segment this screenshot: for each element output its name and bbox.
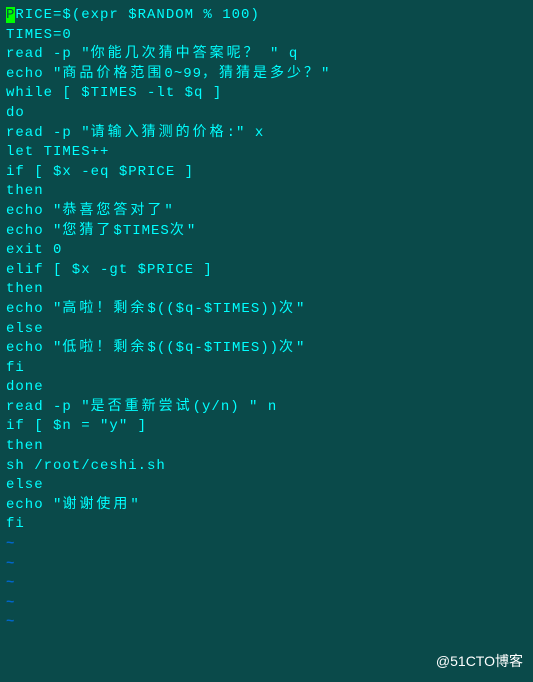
vim-tilde: ~ — [6, 613, 527, 633]
code-line: echo "恭喜您答对了" — [6, 202, 527, 222]
code-line: echo "高啦！剩余$(($q-$TIMES))次" — [6, 300, 527, 320]
code-line: then — [6, 182, 527, 202]
code-line: if [ $n = "y" ] — [6, 417, 527, 437]
code-line: while [ $TIMES -lt $q ] — [6, 84, 527, 104]
code-line: elif [ $x -gt $PRICE ] — [6, 261, 527, 281]
code-line: exit 0 — [6, 241, 527, 261]
code-line: else — [6, 320, 527, 340]
watermark: @51CTO博客 — [436, 652, 523, 672]
code-line: echo "您猜了$TIMES次" — [6, 222, 527, 242]
code-line: fi — [6, 515, 527, 535]
vim-tilde: ~ — [6, 594, 527, 614]
vim-tilde: ~ — [6, 535, 527, 555]
code-line: fi — [6, 359, 527, 379]
code-line: echo "商品价格范围0~99，猜猜是多少？" — [6, 65, 527, 85]
code-line: then — [6, 437, 527, 457]
code-line: read -p "是否重新尝试(y/n) " n — [6, 398, 527, 418]
vim-tilde: ~ — [6, 574, 527, 594]
code-line: TIMES=0 — [6, 26, 527, 46]
code-line: let TIMES++ — [6, 143, 527, 163]
code-line: do — [6, 104, 527, 124]
cursor-highlight: P — [6, 7, 15, 23]
code-line: read -p "请输入猜测的价格:" x — [6, 124, 527, 144]
code-line: echo "谢谢使用" — [6, 496, 527, 516]
code-line: done — [6, 378, 527, 398]
code-line: echo "低啦！剩余$(($q-$TIMES))次" — [6, 339, 527, 359]
code-line: sh /root/ceshi.sh — [6, 457, 527, 477]
code-text: RICE=$(expr $RANDOM % 100) — [15, 7, 259, 23]
vim-tilde: ~ — [6, 555, 527, 575]
code-line: read -p "你能几次猜中答案呢？ " q — [6, 45, 527, 65]
code-line: PRICE=$(expr $RANDOM % 100) — [6, 6, 527, 26]
code-line: else — [6, 476, 527, 496]
code-line: then — [6, 280, 527, 300]
code-line: if [ $x -eq $PRICE ] — [6, 163, 527, 183]
